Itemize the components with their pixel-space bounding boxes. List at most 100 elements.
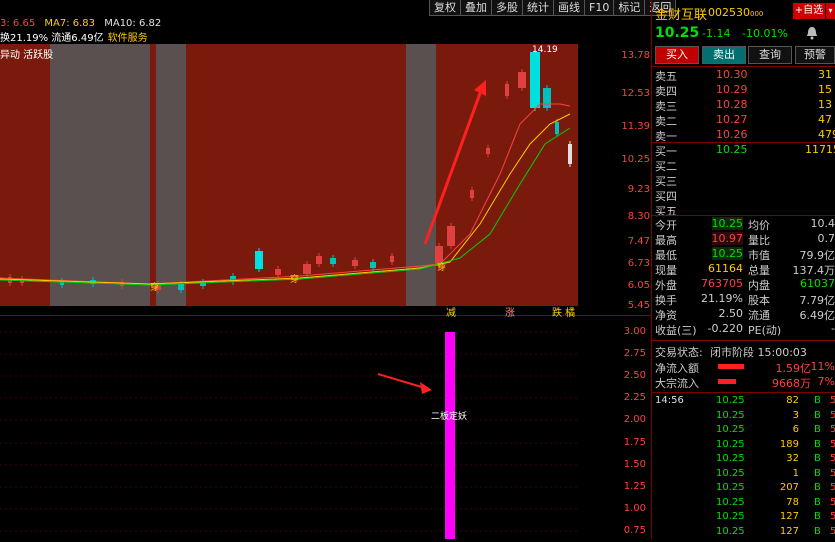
tick-extra: 5 [830, 439, 835, 450]
stat-value-2: - [831, 322, 835, 335]
candle [543, 88, 551, 108]
stat-value-2: 0.7 [818, 232, 835, 245]
ask-price: 10.30 [716, 68, 748, 81]
stat-value: 10.97 [712, 232, 744, 245]
stat-value: 61164 [708, 262, 743, 275]
stat-value-2: 7.79亿 [800, 292, 835, 308]
ma5-value: 3: 6.65 [0, 18, 35, 29]
ask-price: 10.26 [716, 128, 748, 141]
candle [275, 269, 281, 275]
candle [303, 264, 311, 274]
sub-indicator-chart[interactable]: 二板定妖 [0, 316, 578, 539]
toolbar-btn-3[interactable]: 统计 [522, 0, 554, 16]
trade-button-3[interactable]: 预警 [795, 46, 835, 64]
tick-row: 10.253B5 [652, 410, 835, 424]
ask-row: 卖二10.2747 [652, 113, 835, 127]
stat-value: 2.50 [719, 307, 744, 320]
stock-code: 002530000 [708, 6, 763, 19]
tick-side: B [814, 453, 821, 464]
ask-volume: 47 [818, 113, 832, 126]
toolbar-btn-0[interactable]: 复权 [429, 0, 461, 16]
stat-label-2: PE(动) [748, 322, 781, 338]
tick-price: 10.25 [716, 511, 745, 522]
tick-side: B [814, 424, 821, 435]
main-y-axis: 13.7812.5311.3910.259.238.307.476.736.05… [580, 44, 652, 314]
ma7-value: MA7: 6.83 [44, 18, 95, 29]
sub-y-tick: 0.75 [624, 525, 646, 536]
tick-extra: 5 [830, 410, 835, 421]
flow-row: 大宗流入9668万7% [652, 375, 835, 389]
signal-bar [445, 332, 455, 539]
trade-button-1[interactable]: 卖出 [702, 46, 746, 64]
tick-qty: 82 [769, 395, 799, 406]
stock-name: 金财互联 [655, 4, 707, 23]
toolbar-btn-2[interactable]: 多股 [491, 0, 523, 16]
tick-extra: 5 [830, 424, 835, 435]
stat-value-2: 61037 [800, 277, 835, 290]
candle [470, 190, 474, 198]
stat-label: 最低 [655, 247, 677, 263]
gray-band [156, 44, 186, 306]
toolbar-btn-4[interactable]: 画线 [553, 0, 585, 16]
ask-volume: 15 [818, 83, 832, 96]
sub-y-tick: 1.50 [624, 459, 646, 470]
current-price: 10.25 [655, 25, 699, 41]
trade-button-0[interactable]: 买入 [655, 46, 699, 64]
stat-value: -0.220 [708, 322, 743, 335]
stat-value-2: 10.4 [811, 217, 835, 230]
main-kline-chart[interactable]: 14.19穿穿穿 [0, 44, 578, 306]
ask-row: 卖一10.26479 [652, 128, 835, 142]
gray-band [50, 44, 150, 306]
y-tick-label: 5.45 [628, 300, 650, 311]
flow-bar [718, 379, 736, 384]
stat-label-2: 量比 [748, 232, 770, 248]
trade-button-2[interactable]: 查询 [748, 46, 792, 64]
sub-y-tick: 2.75 [624, 348, 646, 359]
toolbar-btn-1[interactable]: 叠加 [460, 0, 492, 16]
bid-row: 买四 [652, 188, 835, 202]
candle [486, 148, 490, 154]
stat-label: 换手 [655, 292, 677, 308]
tick-side: B [814, 468, 821, 479]
trade-status-label: 交易状态: [655, 344, 703, 360]
signal-marker: 跌 橘 [552, 304, 575, 319]
tick-price: 10.25 [716, 395, 745, 406]
stat-label-2: 均价 [748, 217, 770, 233]
tick-price: 10.25 [716, 468, 745, 479]
tick-price: 10.25 [716, 526, 745, 537]
stat-value: 10.25 [712, 247, 744, 260]
tick-row: 14:5610.2582B5 [652, 395, 835, 409]
bell-icon[interactable] [806, 26, 818, 40]
tick-extra: 5 [830, 526, 835, 537]
divider [652, 66, 835, 67]
add-watchlist-button[interactable]: +自选 [793, 3, 825, 19]
sub-y-tick: 1.00 [624, 503, 646, 514]
stat-value: 10.25 [712, 217, 744, 230]
tick-row: 10.25127B5 [652, 511, 835, 525]
flow-pct: 7% [818, 375, 835, 388]
tick-price: 10.25 [716, 453, 745, 464]
tick-side: B [814, 526, 821, 537]
stat-label-2: 总量 [748, 262, 770, 278]
cross-label: 穿 [437, 261, 446, 273]
bid-volume: 11715 [805, 143, 835, 156]
chevron-down-icon[interactable]: ▾ [826, 3, 835, 19]
stat-label-2: 内盘 [748, 277, 770, 293]
cross-label: 穿 [290, 273, 299, 285]
tick-row: 10.256B5 [652, 424, 835, 438]
candle [370, 262, 376, 268]
toolbar-btn-6[interactable]: 标记 [613, 0, 645, 16]
ask-label: 卖四 [655, 83, 677, 99]
stat-row: 今开10.25均价10.4 [652, 217, 835, 231]
candle [530, 52, 540, 108]
sub-y-axis: 3.002.752.502.252.001.751.501.251.000.75 [580, 316, 652, 539]
candle [178, 284, 184, 290]
ask-price: 10.28 [716, 98, 748, 111]
flow-label: 大宗流入 [655, 375, 699, 391]
tick-row: 10.25207B5 [652, 482, 835, 496]
flow-label: 净流入额 [655, 360, 699, 376]
candle [330, 258, 336, 264]
signal-marker: 减 [446, 304, 456, 319]
toolbar-btn-5[interactable]: F10 [584, 0, 614, 16]
tick-side: B [814, 395, 821, 406]
